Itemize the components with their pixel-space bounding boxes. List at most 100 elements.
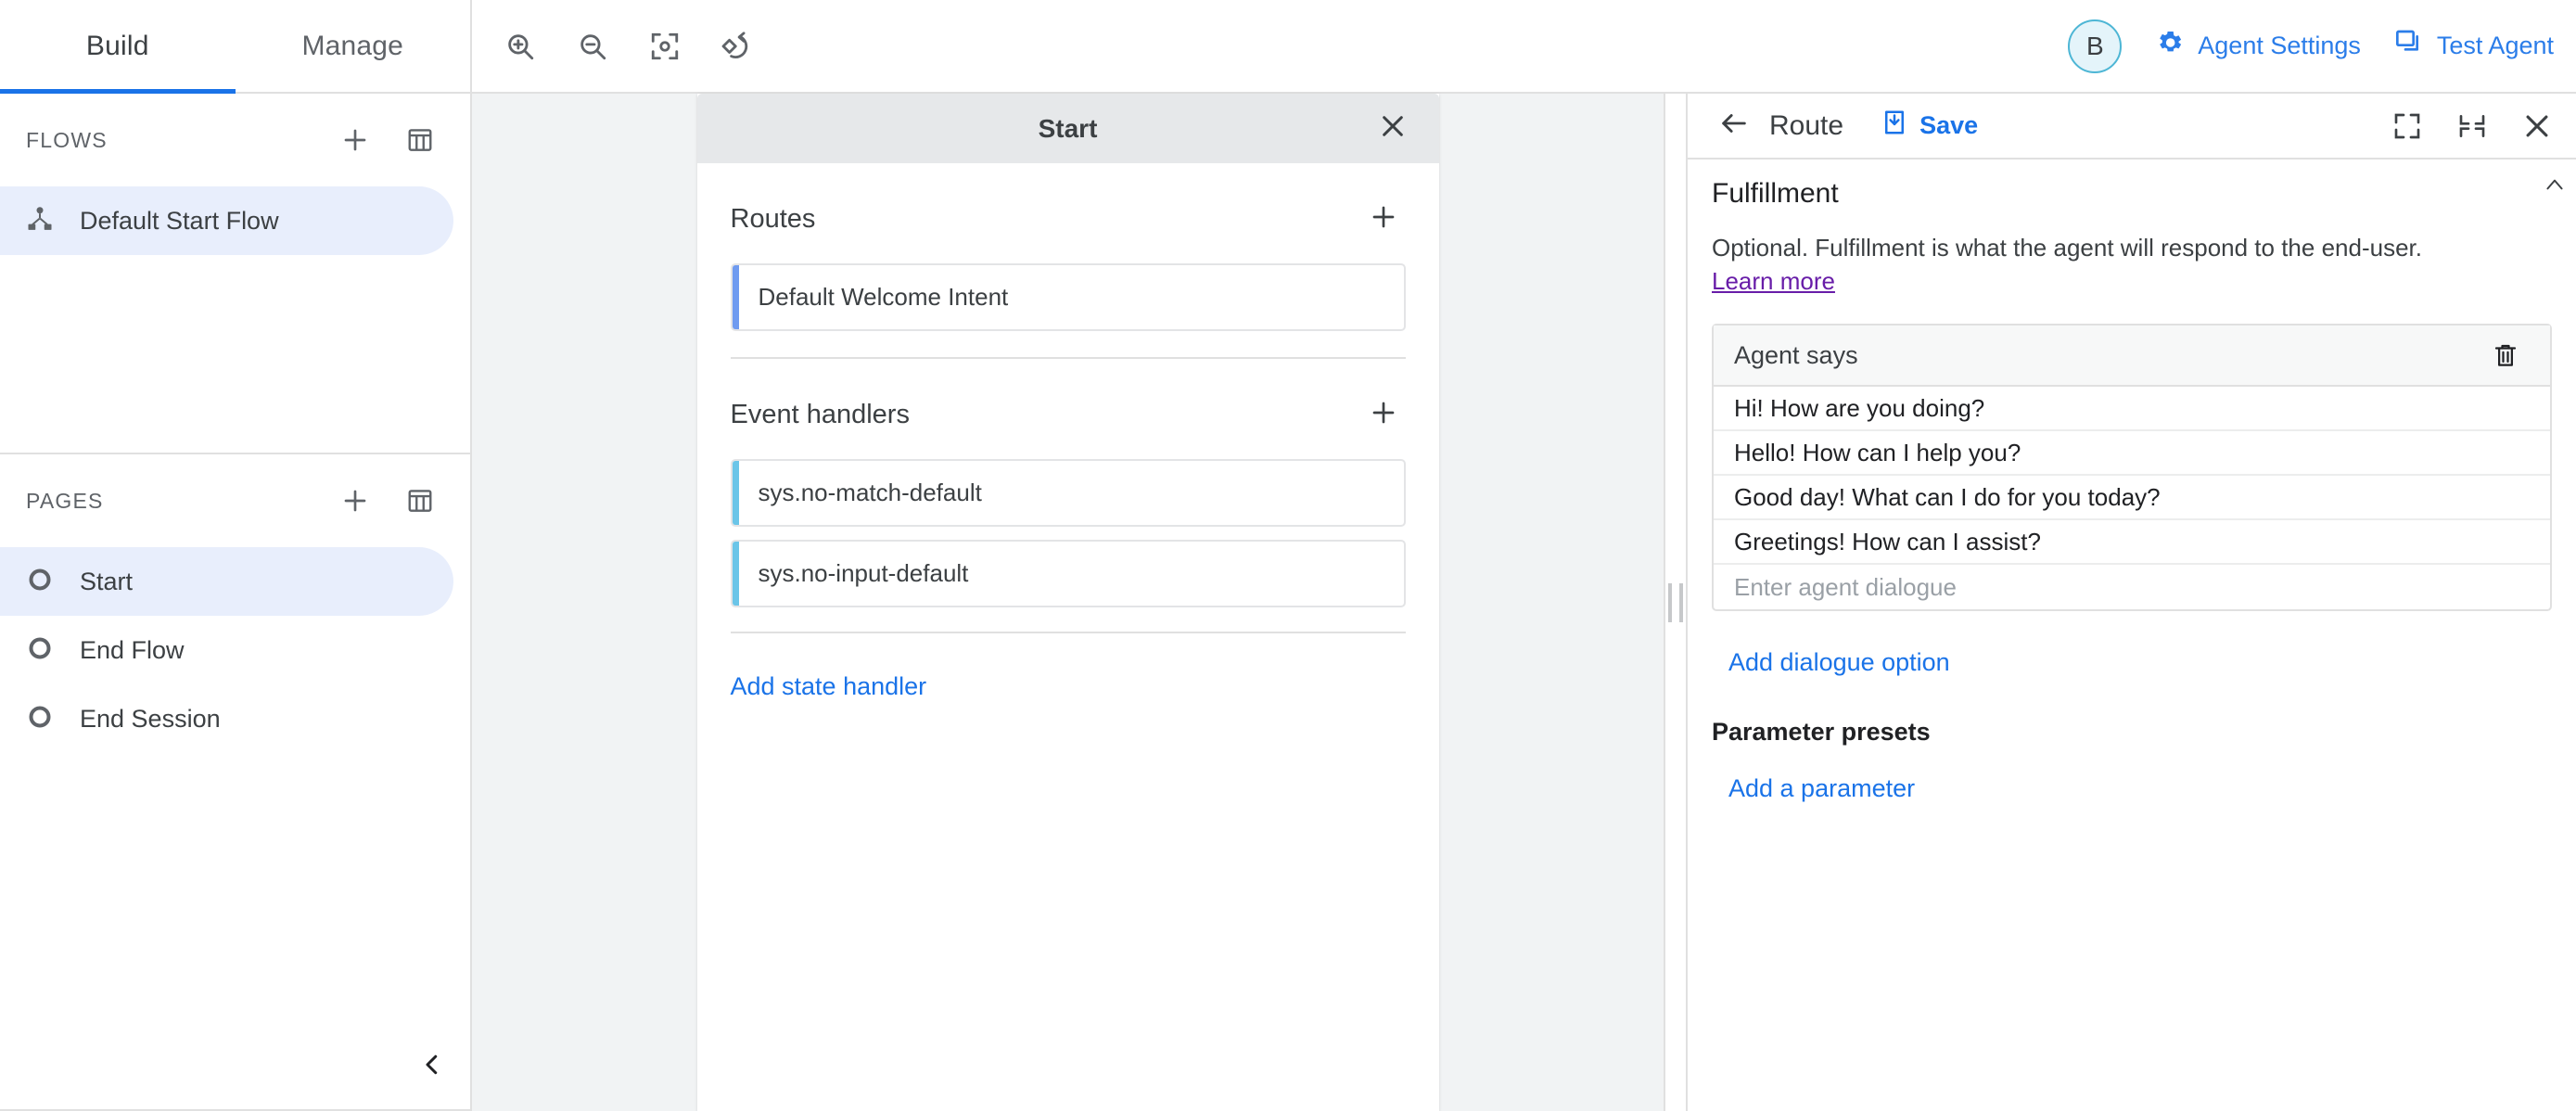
fulfillment-title: Fulfillment (1712, 178, 1839, 209)
add-event-handler-button[interactable] (1361, 392, 1406, 437)
collapse-sidebar-button[interactable] (408, 1042, 456, 1091)
back-button[interactable] (1712, 104, 1756, 148)
sidebar-item-label: Default Start Flow (80, 206, 279, 235)
sidebar-item-default-start-flow[interactable]: Default Start Flow (0, 186, 453, 255)
routes-header: Routes (731, 195, 1406, 243)
canvas-toolbar: B Agent Settings Test Agent (472, 0, 2576, 94)
pages-section: PAGES Start End Flow End Session (0, 454, 470, 1111)
page-circle-icon (26, 634, 54, 667)
pages-list: Start End Flow End Session (0, 547, 470, 753)
route-panel-content: Fulfillment Optional. Fulfillment is wha… (1688, 160, 2576, 1111)
arrow-left-icon (1718, 108, 1750, 144)
chevron-up-icon[interactable] (2543, 172, 2567, 201)
route-item[interactable]: Default Welcome Intent (730, 263, 1406, 331)
add-dialogue-option-link[interactable]: Add dialogue option (1728, 648, 1950, 677)
pages-header-actions (335, 480, 440, 521)
flows-section-header: FLOWS (0, 94, 470, 186)
tab-manage[interactable]: Manage (236, 0, 471, 92)
event-handler-item[interactable]: sys.no-match-default (730, 459, 1406, 527)
sidebar-item-label: End Session (80, 704, 221, 733)
plus-icon (1369, 202, 1398, 236)
event-handlers-title: Event handlers (730, 399, 910, 429)
trash-icon[interactable] (2485, 335, 2526, 376)
pages-section-header: PAGES (0, 454, 470, 547)
tab-build[interactable]: Build (0, 0, 236, 94)
event-handlers-section: Event handlers sys.no-match-default sys.… (730, 357, 1406, 607)
route-panel-title: Route (1769, 109, 1844, 141)
node-close-button[interactable] (1371, 107, 1415, 151)
route-details-panel: Route Save Fulfillment Optional. Fulfill… (1688, 94, 2576, 1111)
test-agent-button[interactable]: Test Agent (2394, 28, 2554, 64)
test-agent-label: Test Agent (2436, 32, 2554, 59)
event-handlers-header: Event handlers (731, 390, 1406, 439)
save-label: Save (1919, 111, 1979, 139)
agent-says-header: Agent says (1714, 326, 2550, 388)
flows-list-view-icon[interactable] (400, 120, 440, 160)
save-button[interactable]: Save (1881, 109, 1978, 143)
splitter-grip-icon (1668, 582, 1683, 622)
flows-list: Default Start Flow (0, 186, 470, 255)
dialogue-row[interactable]: Hello! How can I help you? (1714, 431, 2550, 477)
tab-build-label: Build (85, 30, 149, 61)
chevron-left-icon (418, 1051, 446, 1083)
add-flow-icon[interactable] (335, 120, 376, 160)
dialogue-row[interactable]: Good day! What can I do for you today? (1714, 476, 2550, 521)
agent-settings-button[interactable]: Agent Settings (2155, 28, 2361, 64)
left-sidebar: FLOWS Default Start Flow PAGES Start End… (0, 94, 472, 1111)
page-circle-icon (26, 703, 54, 735)
top-bar: Build Manage B Agent Settings Test Agent (0, 0, 2576, 94)
flows-section-title: FLOWS (26, 127, 108, 152)
event-handler-item[interactable]: sys.no-input-default (730, 540, 1406, 607)
route-panel-header: Route Save (1688, 94, 2576, 160)
dialogue-row[interactable]: Hi! How are you doing? (1714, 387, 2550, 432)
sidebar-item-label: Start (80, 567, 134, 595)
avatar-initial: B (2085, 31, 2104, 60)
sidebar-item-end-flow[interactable]: End Flow (0, 616, 453, 684)
sidebar-item-end-session[interactable]: End Session (0, 684, 453, 753)
dialogue-row[interactable]: Greetings! How can I assist? (1714, 520, 2550, 566)
dialogflow-cx-app: Build Manage B Agent Settings Test Agent… (0, 0, 2576, 1111)
routes-section: Routes Default Welcome Intent (730, 163, 1406, 331)
route-panel-header-actions (2385, 104, 2559, 148)
avatar[interactable]: B (2068, 19, 2123, 73)
close-icon[interactable] (2515, 104, 2559, 148)
route-item-label: Default Welcome Intent (758, 283, 1009, 311)
sidebar-item-label: End Flow (80, 635, 185, 664)
zoom-in-icon[interactable] (494, 20, 546, 72)
pages-list-view-icon[interactable] (400, 480, 440, 521)
add-state-handler-link[interactable]: Add state handler (731, 672, 927, 731)
panel-splitter[interactable] (1664, 94, 1688, 1111)
page-circle-icon (26, 566, 54, 598)
plus-icon (1369, 398, 1398, 432)
add-parameter-link[interactable]: Add a parameter (1728, 774, 1915, 803)
expand-icon[interactable] (2385, 104, 2429, 148)
routes-title: Routes (730, 203, 816, 234)
agent-settings-label: Agent Settings (2198, 32, 2361, 59)
topbar-right-actions: B Agent Settings Test Agent (2068, 19, 2554, 73)
event-handler-label: sys.no-input-default (758, 559, 969, 587)
add-page-icon[interactable] (335, 480, 376, 521)
start-page-node: Start Routes Default Welcome Intent Even… (696, 94, 1439, 1111)
flows-header-actions (335, 120, 440, 160)
tab-manage-label: Manage (301, 30, 404, 61)
zoom-out-icon[interactable] (567, 20, 618, 72)
add-route-button[interactable] (1361, 197, 1406, 241)
app-body: FLOWS Default Start Flow PAGES Start End… (0, 94, 2576, 1111)
gear-icon (2155, 28, 2185, 64)
close-icon (1378, 111, 1408, 146)
canvas-tool-icons (494, 20, 763, 72)
save-icon (1881, 109, 1908, 143)
node-divider (730, 632, 1406, 633)
collapse-icon[interactable] (2450, 104, 2494, 148)
learn-more-link[interactable]: Learn more (1712, 267, 1835, 295)
parameter-presets-title: Parameter presets (1712, 718, 1931, 747)
sidebar-item-start[interactable]: Start (0, 547, 453, 616)
flow-canvas[interactable]: Start Routes Default Welcome Intent Even… (472, 94, 1664, 1111)
new-dialogue-input[interactable]: Enter agent dialogue (1714, 565, 2550, 609)
reset-layout-icon[interactable] (711, 20, 763, 72)
node-title: Start (1038, 113, 1098, 143)
node-header: Start (696, 94, 1439, 163)
main-tabs: Build Manage (0, 0, 472, 94)
fit-to-screen-icon[interactable] (639, 20, 691, 72)
event-handler-label: sys.no-match-default (758, 479, 982, 506)
